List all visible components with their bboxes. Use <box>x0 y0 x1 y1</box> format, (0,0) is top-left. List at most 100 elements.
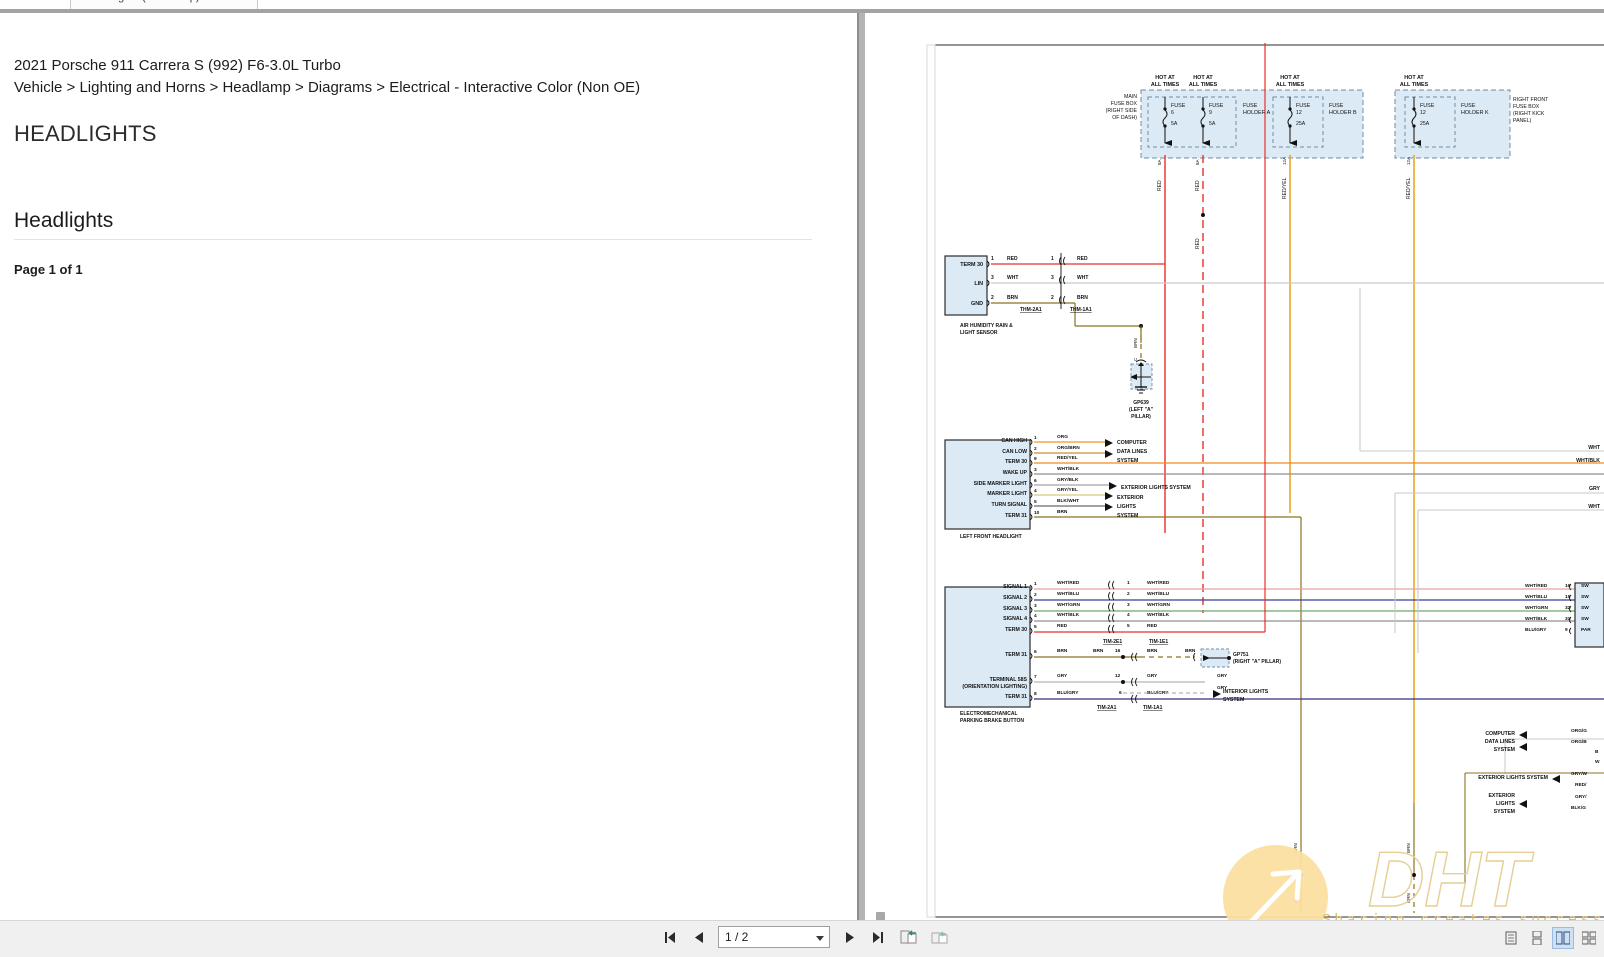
next-page-button[interactable] <box>839 926 859 948</box>
svg-text:5: 5 <box>1034 499 1037 505</box>
facing-pages-view-button[interactable] <box>1552 927 1574 949</box>
page-number-input[interactable] <box>723 928 811 946</box>
fit-width-button[interactable] <box>928 926 950 948</box>
svg-text:LEFT FRONT HEADLIGHT: LEFT FRONT HEADLIGHT <box>960 534 1022 540</box>
svg-text:EXTERIOR: EXTERIOR <box>1488 793 1515 799</box>
svg-text:INTERIOR LIGHTS: INTERIOR LIGHTS <box>1223 689 1269 695</box>
svg-text:RED: RED <box>1077 256 1088 262</box>
svg-text:(RIGHT KICK: (RIGHT KICK <box>1513 111 1545 117</box>
svg-text:BLK/G: BLK/G <box>1571 805 1586 811</box>
svg-text:WHT/BLK: WHT/BLK <box>1057 466 1080 472</box>
svg-text:25A: 25A <box>1420 121 1430 127</box>
fit-page-icon <box>899 929 917 944</box>
svg-text:ORG/G: ORG/G <box>1571 728 1587 734</box>
svg-text:FUSE: FUSE <box>1420 103 1435 109</box>
pane-splitter[interactable] <box>857 13 865 920</box>
svg-text:GRY/: GRY/ <box>1575 794 1587 800</box>
facing-pages-view-icon <box>1556 931 1570 945</box>
svg-text:TERM 31: TERM 31 <box>1005 652 1027 658</box>
svg-text:GRY/BLK: GRY/BLK <box>1057 477 1079 483</box>
svg-text:SYSTEM: SYSTEM <box>1494 747 1515 753</box>
svg-text:HOLDER B: HOLDER B <box>1329 110 1357 116</box>
single-page-view-icon <box>1505 931 1517 945</box>
section-title: Headlights <box>14 209 812 240</box>
svg-text:WHT/BLK: WHT/BLK <box>1576 458 1600 464</box>
svg-text:THM-1A1: THM-1A1 <box>1070 307 1092 313</box>
previous-page-button[interactable] <box>689 926 709 948</box>
svg-text:BRN: BRN <box>1133 338 1138 348</box>
svg-text:12A: 12A <box>1282 156 1287 165</box>
svg-text:WHT/BLU: WHT/BLU <box>1057 591 1080 597</box>
svg-text:BRN: BRN <box>1093 648 1104 654</box>
svg-text:MARKER LIGHT: MARKER LIGHT <box>987 491 1028 497</box>
svg-text:WHT/GRN: WHT/GRN <box>1057 602 1080 608</box>
svg-text:RIGHT FRONT: RIGHT FRONT <box>1513 97 1549 103</box>
svg-text:BLU/GRY: BLU/GRY <box>1525 627 1547 633</box>
svg-text:1: 1 <box>1127 580 1130 586</box>
svg-text:3: 3 <box>1051 275 1054 281</box>
viewer-bottom-toolbar <box>0 920 1604 957</box>
svg-text:ORG/BRN: ORG/BRN <box>1057 445 1080 451</box>
svg-text:TURN SIGNAL: TURN SIGNAL <box>992 502 1028 508</box>
svg-text:WHT/GRN: WHT/GRN <box>1525 605 1548 611</box>
svg-text:BRN: BRN <box>1185 648 1196 654</box>
svg-text:TERMINAL 58S: TERMINAL 58S <box>990 677 1028 683</box>
svg-text:8A: 8A <box>1157 158 1162 165</box>
browser-tab[interactable]: Headlights (Headlamp) H... W <box>70 0 259 9</box>
svg-text:B: B <box>1595 749 1599 755</box>
svg-text:TIM-1E1: TIM-1E1 <box>1149 639 1168 645</box>
continuous-view-button[interactable] <box>1526 927 1548 949</box>
svg-text:FUSE BOX: FUSE BOX <box>1111 101 1138 107</box>
diagram-viewer-pane[interactable]: MAIN FUSE BOX (RIGHT SIDE OF DASH) FUSE … <box>865 13 1604 920</box>
svg-text:FUSE: FUSE <box>1209 103 1224 109</box>
svg-text:ALL TIMES: ALL TIMES <box>1400 82 1429 88</box>
svg-text:12A: 12A <box>1406 156 1411 165</box>
svg-text:WHT/BLK: WHT/BLK <box>1525 616 1548 622</box>
svg-text:SW: SW <box>1581 616 1589 622</box>
svg-text:DATA LINES: DATA LINES <box>1117 449 1148 455</box>
svg-text:LIGHT SENSOR: LIGHT SENSOR <box>960 330 998 336</box>
svg-text:3: 3 <box>1034 603 1037 609</box>
svg-text:COMPUTER: COMPUTER <box>1117 440 1147 446</box>
svg-text:RED: RED <box>1147 623 1158 629</box>
svg-text:SIDE MARKER LIGHT: SIDE MARKER LIGHT <box>974 481 1028 487</box>
svg-text:BRN: BRN <box>1406 893 1411 903</box>
svg-text:6: 6 <box>1034 649 1037 655</box>
svg-text:BRN: BRN <box>1077 295 1088 301</box>
chevron-down-icon[interactable] <box>816 936 824 941</box>
svg-text:GRY/YEL: GRY/YEL <box>1057 487 1078 493</box>
svg-text:FUSE BOX: FUSE BOX <box>1513 104 1540 110</box>
svg-text:CAN LOW: CAN LOW <box>1002 449 1027 455</box>
last-page-button[interactable] <box>868 926 888 948</box>
svg-text:9: 9 <box>1565 627 1568 633</box>
svg-text:AIR HUMIDITY RAIN &: AIR HUMIDITY RAIN & <box>960 323 1013 329</box>
facing-cover-view-button[interactable] <box>1578 927 1600 949</box>
view-mode-group <box>1500 927 1600 949</box>
svg-text:5A: 5A <box>1171 121 1178 127</box>
svg-text:GP751: GP751 <box>1233 652 1249 658</box>
svg-text:EXTERIOR LIGHTS SYSTEM: EXTERIOR LIGHTS SYSTEM <box>1121 485 1191 491</box>
svg-text:WHT/RED: WHT/RED <box>1147 580 1170 586</box>
svg-text:16: 16 <box>1115 648 1121 654</box>
previous-page-icon <box>694 931 703 943</box>
svg-text:HOT AT: HOT AT <box>1193 75 1213 81</box>
svg-text:HOLDER A: HOLDER A <box>1243 110 1271 116</box>
svg-text:TIM-2E1: TIM-2E1 <box>1103 639 1122 645</box>
document-pane: 2021 Porsche 911 Carrera S (992) F6-3.0L… <box>0 13 857 920</box>
single-page-view-button[interactable] <box>1500 927 1522 949</box>
vehicle-title: 2021 Porsche 911 Carrera S (992) F6-3.0L… <box>14 57 341 74</box>
svg-text:BRN: BRN <box>1057 648 1068 654</box>
svg-text:HOT AT: HOT AT <box>1280 75 1300 81</box>
svg-text:TERM 31: TERM 31 <box>1005 513 1027 519</box>
app-root: Headlights (Headlamp) H... W 2021 Porsch… <box>0 0 1604 957</box>
svg-text:4: 4 <box>1034 488 1037 494</box>
svg-text:FUSE: FUSE <box>1461 103 1476 109</box>
svg-text:WHT/BLK: WHT/BLK <box>1147 612 1170 618</box>
svg-text:SIGNAL 4: SIGNAL 4 <box>1003 616 1027 622</box>
fit-page-button[interactable] <box>897 926 919 948</box>
svg-text:GRY: GRY <box>1057 673 1068 679</box>
page-number-combobox[interactable] <box>718 926 830 948</box>
svg-text:HOLDER K: HOLDER K <box>1461 110 1489 116</box>
first-page-button[interactable] <box>660 926 680 948</box>
browser-tab-label: Headlights (Headlamp) H... W <box>87 0 233 3</box>
